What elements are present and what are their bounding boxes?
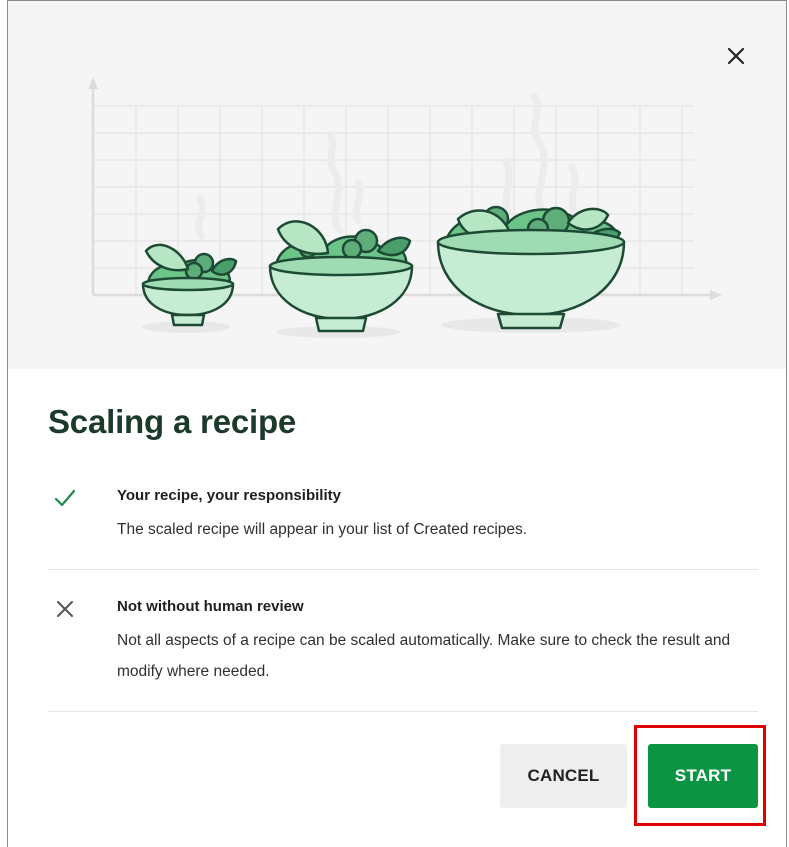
- hero-illustration: [8, 1, 786, 369]
- dialog-title: Scaling a recipe: [48, 403, 297, 440]
- divider: [48, 711, 758, 712]
- divider: [48, 569, 758, 570]
- cross-icon: [57, 601, 73, 617]
- cancel-button[interactable]: CANCEL: [500, 744, 627, 808]
- item-heading: Not without human review: [117, 598, 304, 615]
- close-icon: [727, 47, 745, 65]
- close-button[interactable]: [726, 46, 756, 76]
- item-text: Not all aspects of a recipe can be scale…: [117, 632, 731, 680]
- scaling-dialog: Scaling a recipe Your recipe, your respo…: [7, 0, 787, 847]
- item-text: The scaled recipe will appear in your li…: [117, 521, 528, 538]
- start-button[interactable]: START: [648, 744, 758, 808]
- info-item-responsibility: Your recipe, your responsibility The sca…: [48, 487, 758, 569]
- item-heading: Your recipe, your responsibility: [117, 487, 341, 504]
- check-icon: [54, 489, 76, 507]
- info-item-human-review: Not without human review Not all aspects…: [48, 598, 758, 710]
- bowls-chart-illustration: [88, 77, 722, 338]
